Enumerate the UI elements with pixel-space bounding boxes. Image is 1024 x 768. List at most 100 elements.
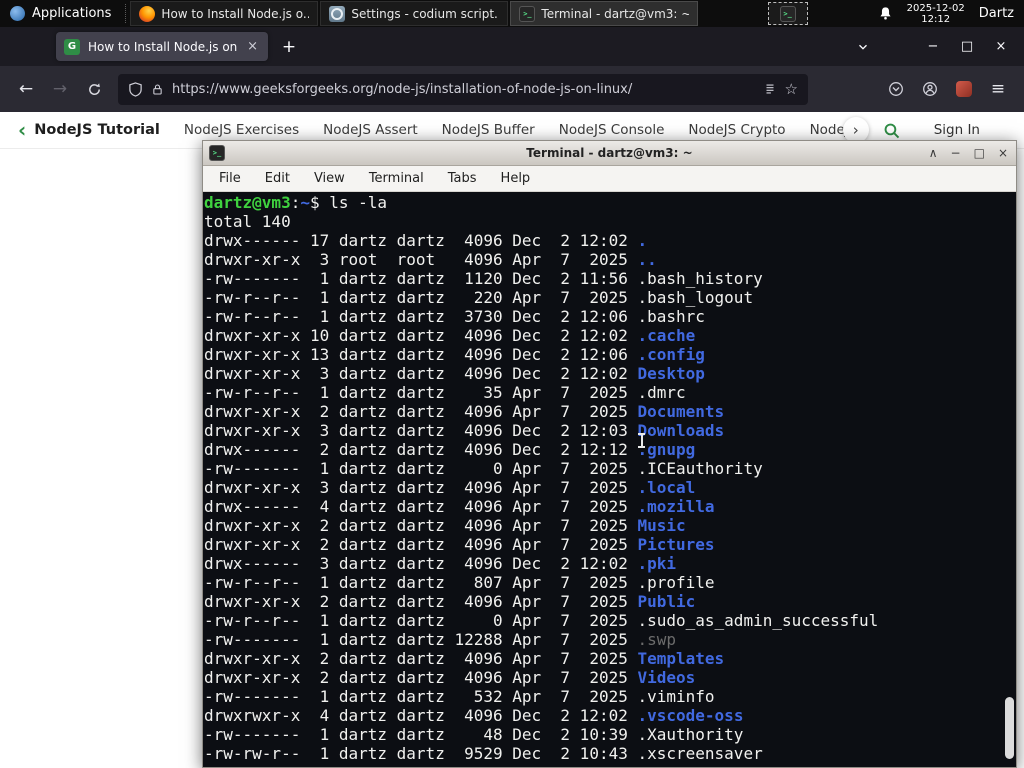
terminal-line: -rw-rw-r-- 1 dartz dartz 9529 Dec 2 10:4…: [204, 744, 763, 763]
terminal-line: drwx------ 4 dartz dartz 4096 Apr 7 2025…: [204, 497, 715, 516]
terminal-menu-edit[interactable]: Edit: [265, 171, 290, 186]
sign-in-button[interactable]: Sign In: [934, 122, 980, 138]
terminal-menu-view[interactable]: View: [314, 171, 345, 186]
url-text[interactable]: https://www.geeksforgeeks.org/node-js/in…: [172, 82, 755, 97]
panel-task-firefox[interactable]: How to Install Node.js o...: [130, 1, 319, 26]
reader-view-icon[interactable]: [763, 82, 777, 96]
extension-badge: [956, 81, 972, 97]
terminal-line: drwx------ 3 dartz dartz 4096 Dec 2 12:0…: [204, 554, 677, 573]
applications-icon: [10, 6, 25, 21]
gfg-chevron-right-icon: ›: [852, 121, 859, 139]
list-all-tabs-button[interactable]: [846, 40, 880, 54]
terminal-icon: >_: [519, 5, 536, 22]
panel-separator: [125, 4, 127, 23]
notifications-bell-icon[interactable]: [878, 6, 893, 21]
terminal-window: >_ Terminal - dartz@vm3: ~ ∧ − □ × File E…: [202, 140, 1017, 768]
terminal-minimize-button[interactable]: −: [951, 146, 961, 160]
terminal-line: drwxr-xr-x 2 dartz dartz 4096 Apr 7 2025…: [204, 668, 696, 687]
terminal-titlebar[interactable]: >_ Terminal - dartz@vm3: ~ ∧ − □ ×: [203, 141, 1016, 166]
account-icon[interactable]: [914, 74, 946, 104]
bookmark-star-icon[interactable]: ☆: [785, 80, 798, 98]
terminal-line: -rw-r--r-- 1 dartz dartz 807 Apr 7 2025 …: [204, 573, 715, 592]
new-tab-button[interactable]: +: [274, 32, 304, 62]
terminal-icon: >_: [779, 5, 796, 22]
terminal-menu-file[interactable]: File: [219, 171, 241, 186]
pocket-icon[interactable]: [880, 74, 912, 104]
lock-icon[interactable]: [151, 83, 164, 96]
terminal-line: -rw-r--r-- 1 dartz dartz 0 Apr 7 2025 .s…: [204, 611, 879, 630]
terminal-line: -rw------- 1 dartz dartz 1120 Dec 2 11:5…: [204, 269, 763, 288]
terminal-line: drwxr-xr-x 3 root root 4096 Apr 7 2025 .…: [204, 250, 657, 269]
extension-icon[interactable]: [948, 74, 980, 104]
gfg-chevron-left-icon[interactable]: ‹: [18, 120, 26, 140]
tracking-protection-shield-icon[interactable]: [128, 81, 143, 97]
applications-label: Applications: [32, 6, 112, 21]
terminal-menu-terminal[interactable]: Terminal: [369, 171, 424, 186]
gfg-link[interactable]: NodeJS Exercises: [184, 122, 299, 138]
browser-tab-bar: G How to Install Node.js on... × + − □ ×: [0, 27, 1024, 66]
tray-terminal-button[interactable]: >_: [767, 2, 808, 25]
terminal-menubar: File Edit View Terminal Tabs Help: [203, 166, 1016, 192]
terminal-menu-help[interactable]: Help: [501, 171, 531, 186]
terminal-menu-tabs[interactable]: Tabs: [448, 171, 477, 186]
terminal-line: drwxr-xr-x 2 dartz dartz 4096 Apr 7 2025…: [204, 649, 725, 668]
gfg-favicon: G: [64, 38, 80, 55]
terminal-line: -rw-r--r-- 1 dartz dartz 220 Apr 7 2025 …: [204, 288, 754, 307]
tab-title: How to Install Node.js on...: [88, 39, 238, 54]
panel-task-label: Terminal - dartz@vm3: ~: [541, 6, 690, 21]
terminal-line: drwxr-xr-x 2 dartz dartz 4096 Apr 7 2025…: [204, 535, 715, 554]
terminal-line: -rw------- 1 dartz dartz 12288 Apr 7 202…: [204, 630, 677, 649]
terminal-line: drwxr-xr-x 3 dartz dartz 4096 Apr 7 2025…: [204, 478, 696, 497]
terminal-line: -rw------- 1 dartz dartz 532 Apr 7 2025 …: [204, 687, 715, 706]
app-menu-button[interactable]: ≡: [982, 74, 1014, 104]
terminal-line: dartz@vm3:~$ ls -la: [204, 193, 388, 212]
gfg-link[interactable]: NodeJS Crypto: [688, 122, 785, 138]
terminal-close-button[interactable]: ×: [998, 146, 1008, 160]
panel-task-settings[interactable]: Settings - codium script...: [320, 1, 509, 26]
panel-clock[interactable]: 2025-12-02 12:12: [907, 3, 965, 25]
terminal-output: dartz@vm3:~$ ls -la total 140 drwx------ 1…: [203, 192, 1016, 763]
window-maximize-button[interactable]: □: [950, 39, 984, 54]
url-bar[interactable]: https://www.geeksforgeeks.org/node-js/in…: [118, 73, 808, 105]
desktop: Applications How to Install Node.js o...…: [0, 0, 1024, 768]
terminal-line: -rw------- 1 dartz dartz 0 Apr 7 2025 .I…: [204, 459, 763, 478]
firefox-icon: [139, 5, 156, 22]
terminal-maximize-button[interactable]: □: [974, 146, 985, 160]
panel-task-terminal[interactable]: >_ Terminal - dartz@vm3: ~: [510, 1, 699, 26]
clock-date: 2025-12-02: [906, 2, 965, 14]
window-minimize-button[interactable]: −: [916, 39, 950, 54]
terminal-line: total 140: [204, 212, 291, 231]
terminal-body[interactable]: dartz@vm3:~$ ls -la total 140 drwx------ 1…: [203, 192, 1016, 767]
terminal-scrollbar-thumb[interactable]: [1005, 697, 1014, 759]
terminal-line: drwxr-xr-x 3 dartz dartz 4096 Dec 2 12:0…: [204, 364, 705, 383]
terminal-line: drwxr-xr-x 10 dartz dartz 4096 Dec 2 12:…: [204, 326, 696, 345]
browser-tab[interactable]: G How to Install Node.js on... ×: [56, 32, 268, 61]
terminal-title: Terminal - dartz@vm3: ~: [526, 146, 693, 160]
clock-time: 12:12: [921, 13, 951, 25]
window-close-button[interactable]: ×: [984, 39, 1018, 54]
reload-button[interactable]: [78, 74, 110, 104]
gfg-link[interactable]: NodeJS Console: [559, 122, 665, 138]
terminal-line: drwxr-xr-x 2 dartz dartz 4096 Apr 7 2025…: [204, 516, 686, 535]
terminal-line: drwxr-xr-x 2 dartz dartz 4096 Apr 7 2025…: [204, 592, 696, 611]
gfg-link[interactable]: NodeJS Assert: [323, 122, 418, 138]
top-panel: Applications How to Install Node.js o...…: [0, 0, 1024, 27]
gfg-link[interactable]: NodeJS Buffer: [442, 122, 535, 138]
panel-right-cluster: >_ 2025-12-02 12:12 Dartz: [767, 2, 1024, 25]
gfg-links: NodeJS Exercises NodeJS Assert NodeJS Buff…: [184, 122, 857, 138]
terminal-shade-button[interactable]: ∧: [929, 146, 938, 160]
panel-task-label: How to Install Node.js o...: [161, 6, 310, 21]
terminal-line: -rw------- 1 dartz dartz 48 Dec 2 10:39 …: [204, 725, 744, 744]
terminal-line: -rw-r--r-- 1 dartz dartz 3730 Dec 2 12:0…: [204, 307, 705, 326]
terminal-line: -rw-r--r-- 1 dartz dartz 35 Apr 7 2025 .…: [204, 383, 686, 402]
search-icon[interactable]: [883, 122, 900, 139]
applications-menu-button[interactable]: Applications: [0, 0, 123, 27]
tab-close-button[interactable]: ×: [245, 39, 260, 54]
settings-icon: [329, 5, 346, 22]
terminal-line: drwxr-xr-x 3 dartz dartz 4096 Dec 2 12:0…: [204, 421, 725, 440]
forward-button[interactable]: →: [44, 74, 76, 104]
terminal-line: drwxr-xr-x 2 dartz dartz 4096 Apr 7 2025…: [204, 402, 725, 421]
gfg-active-link[interactable]: NodeJS Tutorial: [34, 122, 160, 138]
back-button[interactable]: ←: [10, 74, 42, 104]
browser-toolbar: ← → https://www.geeksforgeeks.org/node-j…: [0, 66, 1024, 112]
